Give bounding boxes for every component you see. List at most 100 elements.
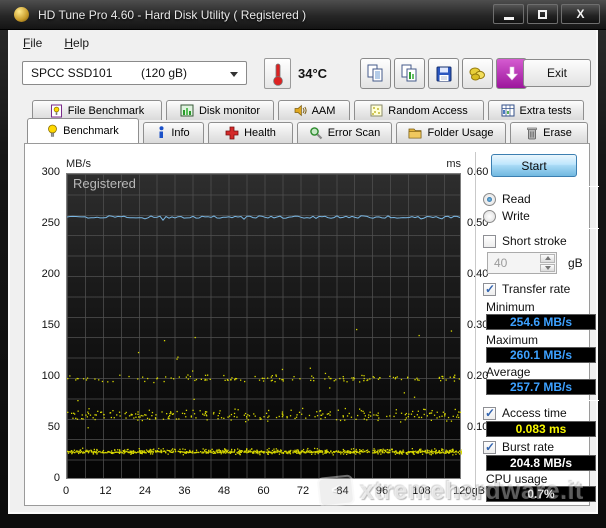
tab-error-scan[interactable]: Error Scan bbox=[297, 122, 392, 143]
exit-button[interactable]: Exit bbox=[523, 59, 591, 87]
copy-icon bbox=[366, 64, 385, 83]
spinner-up-icon bbox=[545, 256, 551, 260]
tick-label: 72 bbox=[283, 485, 323, 497]
write-radio-row[interactable]: Write bbox=[483, 209, 530, 223]
average-value: 257.7 MB/s bbox=[486, 379, 596, 395]
drive-selector[interactable]: SPCC SSD101 (120 gB) bbox=[22, 61, 247, 85]
tab-label: Health bbox=[244, 127, 276, 139]
burst-rate-row[interactable]: Burst rate bbox=[483, 440, 554, 454]
start-button[interactable]: Start bbox=[491, 154, 577, 177]
minimize-button[interactable] bbox=[493, 4, 524, 24]
chevron-down-icon bbox=[230, 72, 238, 77]
short-stroke-unit-label: gB bbox=[568, 256, 583, 270]
tick-label: 36 bbox=[165, 485, 205, 497]
title-bar: HD Tune Pro 4.60 - Hard Disk Utility ( R… bbox=[0, 0, 606, 30]
tick-label: 250 bbox=[25, 217, 60, 229]
speaker-icon bbox=[293, 104, 307, 117]
write-radio-label: Write bbox=[502, 209, 530, 223]
random-access-icon bbox=[370, 104, 383, 117]
tick-label: 96 bbox=[362, 485, 402, 497]
average-label: Average bbox=[486, 365, 530, 379]
registered-watermark: Registered bbox=[73, 176, 136, 191]
app-icon bbox=[14, 7, 29, 22]
tab-label: Disk monitor bbox=[199, 105, 260, 117]
temperature-button[interactable] bbox=[264, 58, 291, 89]
extra-tests-icon bbox=[501, 104, 515, 117]
transfer-rate-checkbox[interactable] bbox=[483, 283, 496, 296]
tab-label: Benchmark bbox=[63, 125, 119, 137]
cpu-usage-value: 0.7% bbox=[486, 486, 596, 502]
tick-label: 0 bbox=[46, 485, 86, 497]
tab-aam[interactable]: AAM bbox=[278, 100, 350, 120]
download-arrow-icon bbox=[503, 65, 521, 83]
cpu-usage-label: CPU usage bbox=[486, 472, 547, 486]
app-window: HD Tune Pro 4.60 - Hard Disk Utility ( R… bbox=[0, 0, 606, 528]
tick-label: 150 bbox=[25, 319, 60, 331]
tab-benchmark[interactable]: Benchmark bbox=[27, 118, 139, 143]
options-icon bbox=[468, 64, 487, 83]
spinner-up-button[interactable] bbox=[540, 254, 555, 263]
tab-info[interactable]: Info bbox=[143, 122, 204, 143]
close-icon bbox=[576, 5, 584, 23]
tick-label: 84 bbox=[323, 485, 363, 497]
menu-help[interactable]: Help bbox=[64, 36, 89, 50]
tab-random-access[interactable]: Random Access bbox=[354, 100, 484, 120]
burst-rate-checkbox[interactable] bbox=[483, 441, 496, 454]
maximize-icon bbox=[538, 10, 547, 19]
tick-label: 120gB bbox=[449, 485, 489, 497]
copy-image-icon bbox=[400, 64, 419, 83]
copy-text-button[interactable] bbox=[360, 58, 391, 89]
burst-rate-value: 204.8 MB/s bbox=[486, 455, 596, 471]
access-time-value: 0.083 ms bbox=[486, 421, 596, 437]
tab-file-benchmark[interactable]: File Benchmark bbox=[32, 100, 162, 120]
options-button[interactable] bbox=[462, 58, 493, 89]
health-cross-icon bbox=[225, 126, 239, 140]
maximize-button[interactable] bbox=[527, 4, 558, 24]
tick-label: 24 bbox=[125, 485, 165, 497]
tab-label: File Benchmark bbox=[68, 105, 144, 117]
y-left-axis-title: MB/s bbox=[66, 158, 91, 170]
menu-file[interactable]: File bbox=[23, 36, 42, 50]
panel-separator-vertical bbox=[475, 152, 476, 500]
transfer-rate-label: Transfer rate bbox=[502, 282, 570, 296]
access-time-checkbox[interactable] bbox=[483, 407, 496, 420]
drive-model: SPCC SSD101 bbox=[31, 66, 112, 80]
tab-label: Info bbox=[171, 127, 189, 139]
copy-image-button[interactable] bbox=[394, 58, 425, 89]
drive-capacity: (120 gB) bbox=[141, 66, 187, 80]
thermometer-icon bbox=[272, 62, 284, 86]
short-stroke-size-value: 40 bbox=[494, 256, 507, 270]
minimum-label: Minimum bbox=[486, 300, 535, 314]
separator bbox=[480, 186, 599, 187]
y-right-axis-title: ms bbox=[431, 158, 461, 170]
tick-label: 200 bbox=[25, 268, 60, 280]
tick-label: 0 bbox=[25, 472, 60, 484]
minimize-icon bbox=[504, 17, 514, 20]
tab-folder-usage[interactable]: Folder Usage bbox=[396, 122, 506, 143]
tab-erase[interactable]: Erase bbox=[510, 122, 588, 143]
short-stroke-checkbox[interactable] bbox=[483, 235, 496, 248]
trash-icon bbox=[526, 126, 538, 140]
maximum-value: 260.1 MB/s bbox=[486, 347, 596, 363]
tab-disk-monitor[interactable]: Disk monitor bbox=[166, 100, 274, 120]
write-radio[interactable] bbox=[483, 210, 496, 223]
tick-label: 300 bbox=[25, 166, 60, 178]
transfer-rate-row[interactable]: Transfer rate bbox=[483, 282, 570, 296]
maximum-label: Maximum bbox=[486, 333, 538, 347]
tab-label: Error Scan bbox=[328, 127, 381, 139]
access-time-row[interactable]: Access time bbox=[483, 406, 567, 420]
access-time-label: Access time bbox=[502, 406, 567, 420]
tick-label: 100 bbox=[25, 370, 60, 382]
short-stroke-row[interactable]: Short stroke bbox=[483, 234, 567, 248]
separator bbox=[480, 228, 599, 229]
short-stroke-size-input[interactable]: 40 bbox=[487, 252, 557, 274]
close-button[interactable] bbox=[561, 4, 600, 24]
read-radio-row[interactable]: Read bbox=[483, 192, 531, 206]
read-radio[interactable] bbox=[483, 193, 496, 206]
save-icon bbox=[435, 65, 453, 83]
spinner-down-button[interactable] bbox=[540, 264, 555, 273]
tab-health[interactable]: Health bbox=[208, 122, 293, 143]
tab-extra-tests[interactable]: Extra tests bbox=[488, 100, 584, 120]
client-area: File Help SPCC SSD101 (120 gB) 34°C bbox=[8, 30, 598, 514]
save-button[interactable] bbox=[428, 58, 459, 89]
